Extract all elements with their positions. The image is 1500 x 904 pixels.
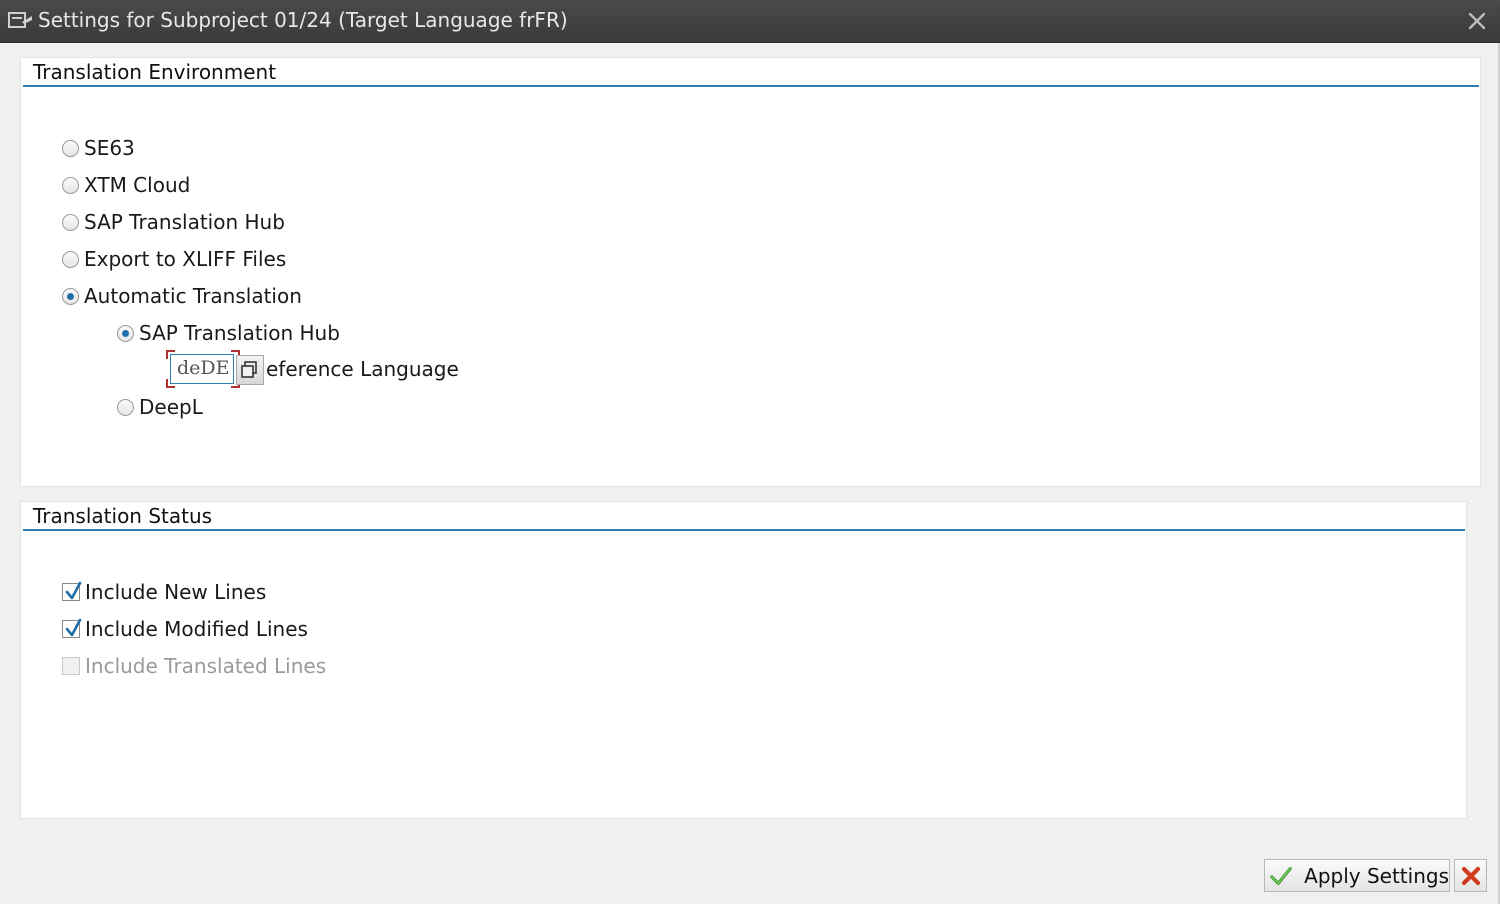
checkbox-disabled-icon	[62, 657, 80, 675]
checkmark-icon	[65, 618, 82, 637]
settings-dialog: Settings for Subproject 01/24 (Target La…	[0, 0, 1500, 904]
reference-language-input[interactable]: deDE	[170, 354, 234, 384]
checkbox-label: Include Translated Lines	[85, 654, 327, 678]
radio-auto-sap-translation-hub[interactable]: SAP Translation Hub	[117, 319, 340, 347]
checkbox-checked-icon[interactable]	[62, 581, 82, 601]
checkmark-icon	[65, 581, 82, 600]
radio-label: XTM Cloud	[84, 173, 191, 197]
window-menu-icon[interactable]	[8, 10, 34, 32]
radio-automatic-translation[interactable]: Automatic Translation	[62, 282, 302, 310]
radio-label: SAP Translation Hub	[84, 210, 285, 234]
window-title: Settings for Subproject 01/24 (Target La…	[38, 8, 568, 32]
reference-language-field[interactable]: deDE	[166, 350, 240, 388]
radio-export-xliff[interactable]: Export to XLIFF Files	[62, 245, 286, 273]
checkbox-include-new-lines[interactable]: Include New Lines	[62, 578, 266, 606]
checkbox-include-translated-lines: Include Translated Lines	[62, 652, 326, 680]
radio-label: DeepL	[139, 395, 203, 419]
radio-sap-translation-hub[interactable]: SAP Translation Hub	[62, 208, 285, 236]
radio-xtm-cloud[interactable]: XTM Cloud	[62, 171, 190, 199]
group-divider	[23, 529, 1465, 531]
cancel-button[interactable]	[1454, 859, 1487, 892]
radio-button-icon[interactable]	[62, 213, 79, 231]
cancel-x-icon	[1461, 866, 1481, 886]
checkbox-checked-icon[interactable]	[62, 618, 82, 638]
checkmark-icon	[1270, 866, 1292, 885]
radio-label: SAP Translation Hub	[139, 321, 340, 345]
checkbox-label: Include New Lines	[85, 580, 267, 604]
value-help-button[interactable]	[236, 355, 264, 385]
reference-language-label: eference Language	[266, 357, 459, 381]
radio-button-icon[interactable]	[62, 139, 79, 157]
group-divider	[23, 85, 1479, 87]
close-icon[interactable]	[1466, 10, 1488, 32]
title-bar: Settings for Subproject 01/24 (Target La…	[0, 0, 1500, 43]
radio-label: Export to XLIFF Files	[84, 247, 287, 271]
radio-button-icon[interactable]	[117, 398, 134, 416]
radio-button-selected-icon[interactable]	[62, 287, 79, 305]
translation-status-title: Translation Status	[33, 504, 213, 528]
value-help-icon	[241, 361, 257, 378]
radio-label: SE63	[84, 136, 135, 160]
checkbox-label: Include Modified Lines	[85, 617, 308, 641]
translation-environment-title: Translation Environment	[33, 60, 277, 84]
radio-button-icon[interactable]	[62, 250, 79, 268]
radio-button-selected-icon[interactable]	[117, 324, 134, 342]
apply-settings-button[interactable]: Apply Settings	[1264, 859, 1450, 892]
apply-settings-label: Apply Settings	[1304, 863, 1449, 888]
radio-button-icon[interactable]	[62, 176, 79, 194]
radio-label: Automatic Translation	[84, 284, 302, 308]
checkbox-include-modified-lines[interactable]: Include Modified Lines	[62, 615, 308, 643]
radio-deepl[interactable]: DeepL	[117, 393, 203, 421]
radio-se63[interactable]: SE63	[62, 134, 135, 162]
